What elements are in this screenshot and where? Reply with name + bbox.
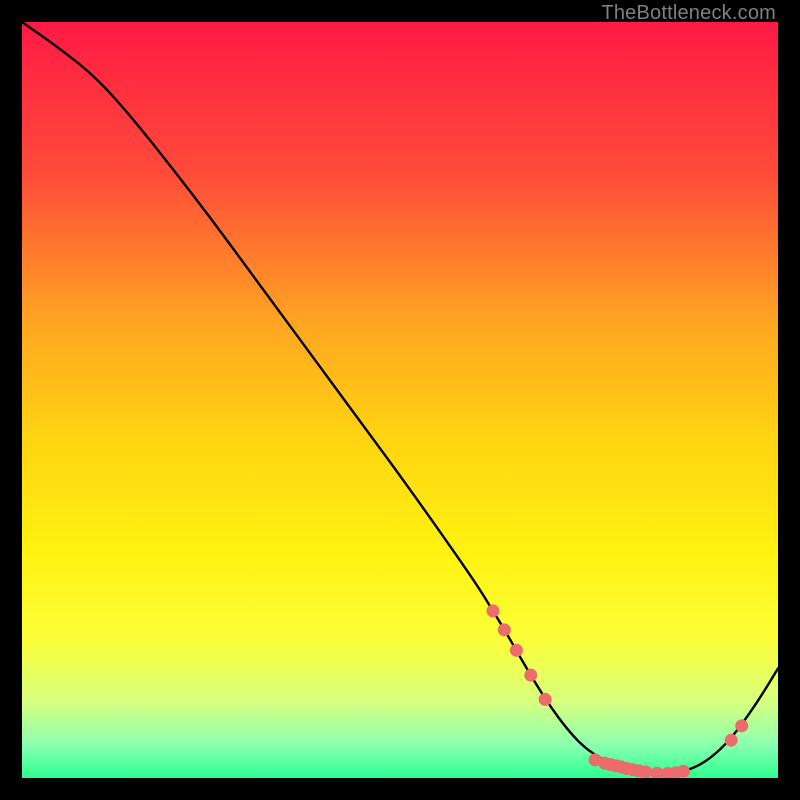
chart-frame: [22, 22, 778, 778]
marker-dot: [498, 623, 511, 636]
marker-dot: [677, 765, 690, 778]
marker-dot: [735, 719, 748, 732]
marker-dot: [510, 644, 523, 657]
marker-dot: [725, 734, 738, 747]
watermark-text: TheBottleneck.com: [601, 2, 776, 25]
marker-dot: [524, 669, 537, 682]
gradient-background: [22, 22, 778, 778]
marker-dot: [486, 604, 499, 617]
marker-dot: [539, 693, 552, 706]
chart-plot: [22, 22, 778, 778]
marker-dot: [639, 765, 652, 778]
